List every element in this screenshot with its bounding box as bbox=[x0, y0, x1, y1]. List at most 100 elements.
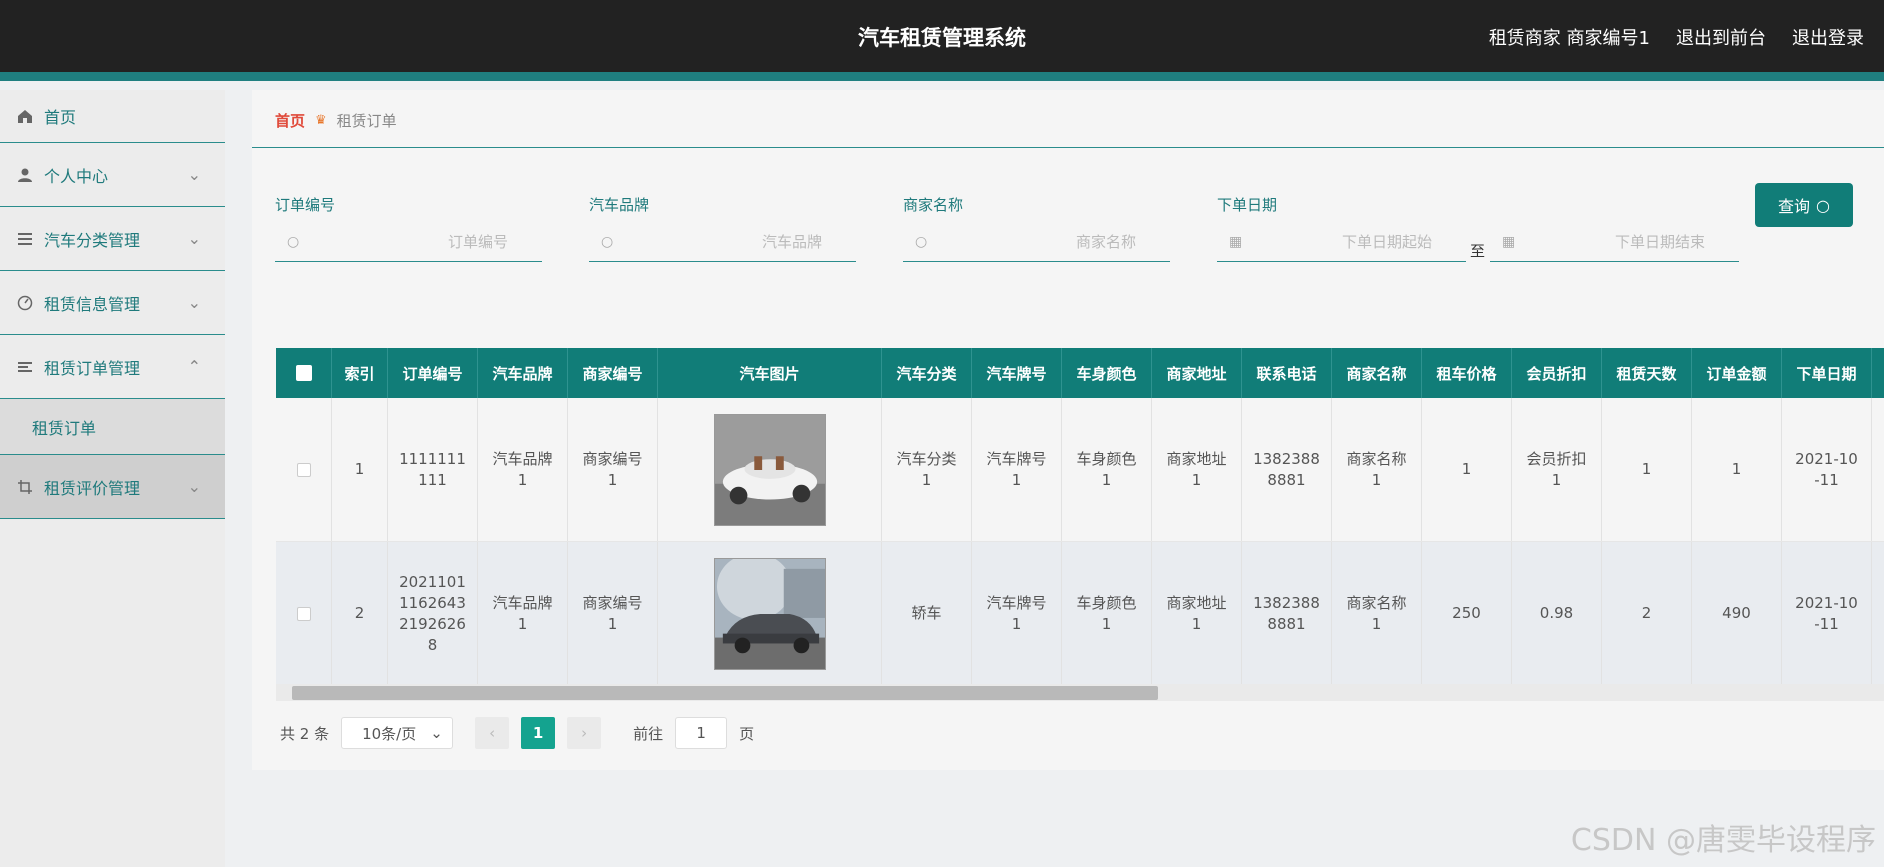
user-label: 租赁商家 商家编号1 bbox=[1488, 28, 1650, 49]
column-header[interactable]: 车身颜色 bbox=[1062, 348, 1152, 398]
column-header[interactable]: 汽车牌号 bbox=[972, 348, 1062, 398]
sidebar-item-label: 汽车分类管理 bbox=[44, 230, 141, 250]
page-number[interactable]: 1 bbox=[521, 717, 556, 749]
sidebar-item-car-category[interactable]: 汽车分类管理 ⌄ bbox=[0, 207, 225, 271]
sidebar-item-label: 首页 bbox=[44, 108, 77, 127]
column-header[interactable]: 下单日期 bbox=[1782, 348, 1872, 398]
column-header[interactable]: 索引 bbox=[332, 348, 388, 398]
sidebar-item-rental-order[interactable]: 租赁订单管理 ⌃ bbox=[0, 335, 225, 399]
sidebar-item-rental-review[interactable]: 租赁评价管理 ⌄ bbox=[0, 455, 225, 519]
column-header[interactable]: 汽车分类 bbox=[882, 348, 972, 398]
table-cell: 商家编号 1 bbox=[568, 398, 658, 541]
page-size-select[interactable]: 10条/页 ⌄ bbox=[341, 717, 454, 749]
table-cell: 车身颜色 1 bbox=[1062, 398, 1152, 541]
column-header[interactable]: 商家名称 bbox=[1332, 348, 1422, 398]
table-cell: 2 bbox=[1602, 542, 1692, 685]
goto-page-input[interactable]: 1 bbox=[675, 717, 728, 749]
column-header[interactable]: 会员折扣 bbox=[1512, 348, 1602, 398]
table-cell: 商家名称 1 bbox=[1332, 398, 1422, 541]
table-row: 1 1111111 111 汽车品牌 1 商家编号 1 汽车分类 1 汽车牌号 1 车身颜色… bbox=[276, 398, 1884, 542]
sidebar-item-label: 租赁订单管理 bbox=[44, 358, 141, 378]
sidebar-item-label: 租赁评价管理 bbox=[44, 478, 141, 498]
table-header: 索引 订单编号 汽车品牌 商家编号 汽车图片 汽车分类 汽车牌号 车身颜色 商家地址 联系电话 商家… bbox=[276, 348, 1884, 398]
calendar-icon: ▦ bbox=[1229, 233, 1243, 250]
column-header[interactable]: 联系电话 bbox=[1242, 348, 1332, 398]
table-cell: 汽车牌号 1 bbox=[972, 542, 1062, 685]
search-icon: ○ bbox=[287, 233, 300, 250]
brand-input[interactable]: ○ 汽车品牌 bbox=[589, 222, 856, 262]
select-all-checkbox[interactable] bbox=[276, 348, 332, 398]
table-cell: 1 bbox=[1602, 398, 1692, 541]
logout-link[interactable]: 退出登录 bbox=[1792, 24, 1864, 50]
car-image bbox=[713, 413, 826, 526]
next-page-button[interactable]: › bbox=[567, 717, 602, 749]
table-cell: 商家地址 1 bbox=[1152, 398, 1242, 541]
order-no-input[interactable]: ○ 订单编号 bbox=[275, 222, 542, 262]
breadcrumb-current: 租赁订单 bbox=[336, 112, 397, 130]
table-cell: 2021-10 -11 bbox=[1782, 398, 1872, 541]
to-front-link[interactable]: 退出到前台 bbox=[1676, 24, 1766, 50]
goto-label: 前往 bbox=[633, 724, 664, 743]
breadcrumb: 首页 ♛ 租赁订单 bbox=[275, 110, 397, 131]
sidebar-item-label: 租赁信息管理 bbox=[44, 294, 141, 314]
table-cell: 1 bbox=[1422, 398, 1512, 541]
chevron-up-icon: ⌃ bbox=[187, 357, 201, 376]
search-icon: ○ bbox=[1816, 195, 1830, 215]
column-header[interactable]: 订单编号 bbox=[388, 348, 478, 398]
scrollbar-thumb[interactable] bbox=[292, 686, 1158, 700]
prev-page-button[interactable]: ‹ bbox=[475, 717, 510, 749]
date-to-label: 至 bbox=[1470, 242, 1486, 260]
table-cell: 1 bbox=[332, 398, 388, 541]
sidebar-subitem-label: 租赁订单 bbox=[32, 418, 97, 438]
order-no-label: 订单编号 bbox=[275, 196, 336, 214]
table-cell: 汽车分类 1 bbox=[882, 398, 972, 541]
sidebar-item-home[interactable]: 首页 bbox=[0, 90, 225, 143]
menu-icon bbox=[16, 358, 34, 376]
accent-strip bbox=[0, 72, 1884, 81]
column-header[interactable]: 商家编号 bbox=[568, 348, 658, 398]
sidebar-item-personal-center[interactable]: 个人中心 ⌄ bbox=[0, 143, 225, 207]
chevron-down-icon: ⌄ bbox=[187, 165, 201, 184]
table-cell: 2 bbox=[332, 542, 388, 685]
pagination: 共 2 条 10条/页 ⌄ ‹ 1 › 前往 1 页 bbox=[280, 717, 754, 749]
top-bar: 汽车租赁管理系统 租赁商家 商家编号1 退出到前台 退出登录 bbox=[0, 0, 1884, 81]
list-icon bbox=[16, 230, 34, 248]
table-cell: 2021101 1162643 2192626 8 bbox=[388, 542, 478, 685]
search-icon: ○ bbox=[601, 233, 614, 250]
column-header[interactable]: 订单金额 bbox=[1692, 348, 1782, 398]
column-header[interactable]: 租车价格 bbox=[1422, 348, 1512, 398]
row-checkbox[interactable] bbox=[276, 398, 332, 541]
date-start-input[interactable]: ▦ 下单日期起始 bbox=[1217, 222, 1466, 262]
table-cell: 会员折扣 1 bbox=[1512, 398, 1602, 541]
sidebar-item-label: 个人中心 bbox=[44, 166, 109, 186]
top-right-menu: 租赁商家 商家编号1 退出到前台 退出登录 bbox=[1489, 24, 1864, 50]
date-label: 下单日期 bbox=[1217, 196, 1278, 214]
sidebar-item-rental-info[interactable]: 租赁信息管理 ⌄ bbox=[0, 271, 225, 335]
total-count: 共 2 条 bbox=[280, 724, 330, 743]
sidebar: 首页 个人中心 ⌄ 汽车分类管理 ⌄ 租赁信息管理 ⌄ 租赁订单管理 ⌃ 租赁订… bbox=[0, 90, 225, 867]
home-icon bbox=[16, 107, 34, 125]
date-end-input[interactable]: ▦ 下单日期结束 bbox=[1490, 222, 1739, 262]
crop-icon bbox=[16, 478, 34, 496]
column-header[interactable]: 租赁天数 bbox=[1602, 348, 1692, 398]
breadcrumb-home[interactable]: 首页 bbox=[275, 110, 305, 131]
gauge-icon bbox=[16, 294, 34, 312]
table-cell: 1382388 8881 bbox=[1242, 398, 1332, 541]
row-checkbox[interactable] bbox=[276, 542, 332, 685]
table-cell: 0.98 bbox=[1512, 542, 1602, 685]
table-cell: 1111111 111 bbox=[388, 398, 478, 541]
chevron-down-icon: ⌄ bbox=[187, 293, 201, 312]
table-cell: 1382388 8881 bbox=[1242, 542, 1332, 685]
column-header[interactable]: 汽车图片 bbox=[658, 348, 882, 398]
table-cell: 汽车牌号 1 bbox=[972, 398, 1062, 541]
merchant-input[interactable]: ○ 商家名称 bbox=[903, 222, 1170, 262]
column-header[interactable]: 汽车品牌 bbox=[478, 348, 568, 398]
sidebar-subitem-rental-order[interactable]: 租赁订单 bbox=[0, 399, 225, 455]
column-header[interactable]: 商家地址 bbox=[1152, 348, 1242, 398]
chevron-down-icon: ⌄ bbox=[187, 229, 201, 248]
table-cell: 轿车 bbox=[882, 542, 972, 685]
search-button[interactable]: 查询 ○ bbox=[1755, 183, 1853, 227]
merchant-label: 商家名称 bbox=[903, 196, 964, 214]
user-icon bbox=[16, 166, 34, 184]
horizontal-scrollbar[interactable] bbox=[276, 684, 1884, 701]
